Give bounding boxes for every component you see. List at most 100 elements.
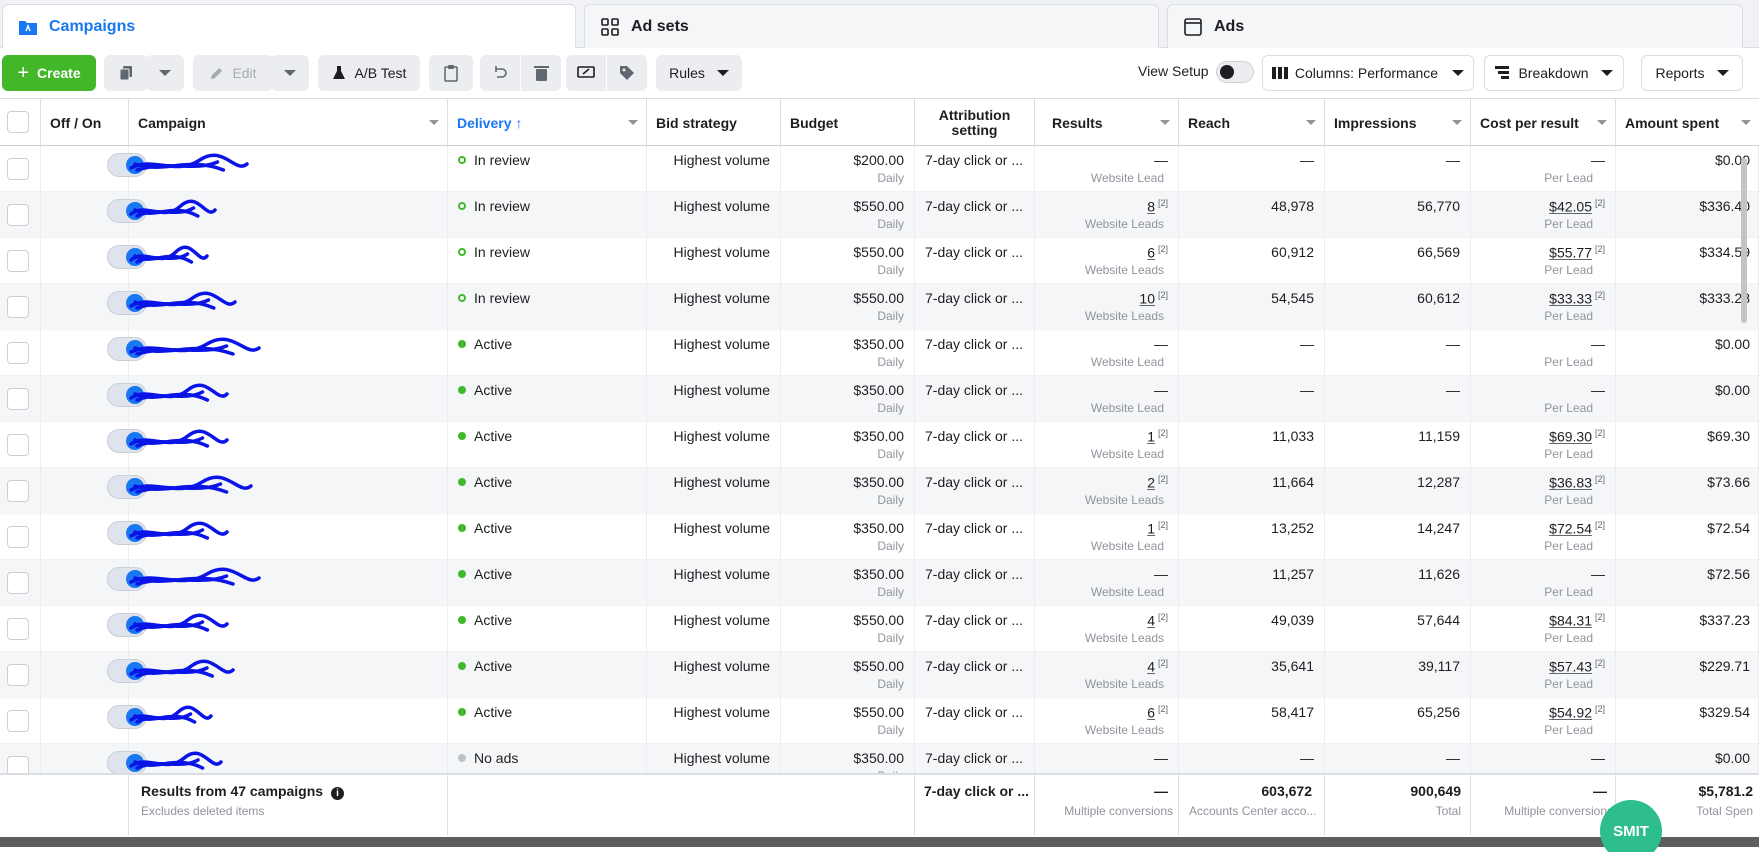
budget-type: Daily — [877, 217, 904, 231]
col-impressions[interactable]: Impressions — [1325, 99, 1471, 146]
row-checkbox[interactable] — [7, 526, 29, 548]
col-attribution[interactable]: Attribution setting — [915, 99, 1035, 146]
cost-per-result-link[interactable]: $42.05 — [1549, 199, 1592, 215]
table-row[interactable]: Active Highest volume $550.00 Daily 7-day cl… — [0, 698, 1759, 744]
create-button[interactable]: + Create — [2, 55, 96, 91]
row-checkbox[interactable] — [7, 158, 29, 180]
results-link[interactable]: 4 — [1147, 659, 1155, 675]
row-checkbox[interactable] — [7, 480, 29, 502]
edit-dropdown-button[interactable] — [271, 55, 309, 91]
breakdown-button[interactable]: Breakdown — [1484, 55, 1624, 91]
cost-per-result-cell: $54.92 [2] Per Lead — [1471, 698, 1616, 744]
view-setup-toggle[interactable] — [1216, 61, 1254, 83]
cost-per-result-cell: $42.05 [2] Per Lead — [1471, 192, 1616, 238]
col-cost-per-result[interactable]: Cost per result — [1471, 99, 1616, 146]
row-checkbox[interactable] — [7, 572, 29, 594]
row-checkbox[interactable] — [7, 388, 29, 410]
row-checkbox[interactable] — [7, 434, 29, 456]
reports-button[interactable]: Reports — [1641, 55, 1743, 91]
edit-button[interactable]: Edit — [193, 55, 273, 91]
delete-button[interactable] — [521, 55, 561, 91]
cost-per-result-link[interactable]: $55.77 — [1549, 245, 1592, 261]
rules-button[interactable]: Rules — [656, 55, 742, 91]
results-link[interactable]: 2 — [1147, 475, 1155, 491]
footer-spent-sub: Total Spen — [1696, 804, 1753, 818]
table-row[interactable]: Active Highest volume $350.00 Daily 7-day cl… — [0, 376, 1759, 422]
cost-per-result-link[interactable]: $36.83 — [1549, 475, 1592, 491]
col-amount-spent[interactable]: Amount spent — [1616, 99, 1759, 146]
delivery-status: Active — [458, 428, 512, 444]
toggle-cell — [41, 422, 147, 468]
table-row[interactable]: Active Highest volume $550.00 Daily 7-day cl… — [0, 652, 1759, 698]
columns-button[interactable]: Columns: Performance — [1262, 55, 1474, 91]
col-off-on[interactable]: Off / On — [41, 99, 129, 146]
cost-per-result-link[interactable]: $69.30 — [1549, 429, 1592, 445]
share-button[interactable] — [566, 55, 606, 91]
impressions-value: — — [1446, 336, 1460, 352]
cost-per-result-link[interactable]: $72.54 — [1549, 521, 1592, 537]
cost-per-result-link[interactable]: $54.92 — [1549, 705, 1592, 721]
table-row[interactable]: In review Highest volume $550.00 Daily 7-day… — [0, 284, 1759, 330]
row-checkbox[interactable] — [7, 342, 29, 364]
table-row[interactable]: In review Highest volume $550.00 Daily 7-day… — [0, 192, 1759, 238]
cost-per-result-link[interactable]: $33.33 — [1549, 291, 1592, 307]
delivery-status: In review — [458, 244, 530, 260]
budget-value: $350.00 — [853, 382, 904, 398]
bid-strategy-text: Highest volume — [673, 152, 771, 168]
row-checkbox[interactable] — [7, 618, 29, 640]
cost-per-result-link[interactable]: $57.43 — [1549, 659, 1592, 675]
clipboard-button[interactable] — [429, 55, 473, 91]
col-campaign[interactable]: Campaign — [129, 99, 448, 146]
redacted-campaign-name — [129, 613, 229, 632]
col-bid-strategy[interactable]: Bid strategy — [647, 99, 781, 146]
row-checkbox[interactable] — [7, 296, 29, 318]
row-checkbox[interactable] — [7, 664, 29, 686]
vertical-scrollbar[interactable] — [1741, 158, 1747, 323]
delivery-cell: In review — [448, 192, 647, 238]
cost-per-result-link[interactable]: $84.31 — [1549, 613, 1592, 629]
tab-ad-sets[interactable]: Ad sets — [584, 4, 1159, 48]
table-row[interactable]: Active Highest volume $350.00 Daily 7-day cl… — [0, 330, 1759, 376]
info-icon[interactable]: i — [330, 787, 344, 800]
table-row[interactable]: No ads Highest volume $350.00Daily 7-day cl… — [0, 744, 1759, 773]
table-row[interactable]: Active Highest volume $350.00 Daily 7-day cl… — [0, 468, 1759, 514]
col-delivery[interactable]: Delivery ↑ — [448, 99, 647, 146]
results-link[interactable]: 8 — [1147, 199, 1155, 215]
table-row[interactable]: Active Highest volume $350.00 Daily 7-day cl… — [0, 560, 1759, 606]
col-budget[interactable]: Budget — [781, 99, 915, 146]
horizontal-scrollbar[interactable] — [0, 837, 1759, 847]
col-reach[interactable]: Reach — [1179, 99, 1325, 146]
results-link[interactable]: 6 — [1147, 705, 1155, 721]
reach-cell: 13,252 — [1179, 514, 1325, 560]
row-checkbox[interactable] — [7, 710, 29, 732]
select-all-checkbox[interactable] — [7, 111, 29, 133]
footer-results-value: — — [1154, 783, 1168, 799]
budget-value: $550.00 — [853, 198, 904, 214]
delivery-status: Active — [458, 474, 512, 490]
table-row[interactable]: Active Highest volume $550.00 Daily 7-day cl… — [0, 606, 1759, 652]
results-link[interactable]: 1 — [1147, 521, 1155, 537]
ab-test-button[interactable]: A/B Test — [318, 55, 420, 91]
results-link[interactable]: 4 — [1147, 613, 1155, 629]
row-checkbox[interactable] — [7, 204, 29, 226]
duplicate-dropdown-button[interactable] — [146, 55, 184, 91]
tag-button[interactable] — [607, 55, 647, 91]
row-checkbox[interactable] — [7, 250, 29, 272]
table-row[interactable]: In review Highest volume $200.00 Daily 7-day… — [0, 146, 1759, 192]
row-checkbox[interactable] — [7, 756, 29, 773]
results-link[interactable]: 1 — [1147, 429, 1155, 445]
tag-icon — [620, 66, 634, 80]
duplicate-button[interactable] — [104, 55, 148, 91]
undo-button[interactable] — [480, 55, 520, 91]
tab-ads[interactable]: Ads — [1167, 4, 1743, 48]
col-results[interactable]: Results — [1035, 99, 1179, 146]
attribution-text: 7-day click or ... — [925, 244, 1024, 260]
table-row[interactable]: Active Highest volume $350.00 Daily 7-day cl… — [0, 422, 1759, 468]
table-row[interactable]: In review Highest volume $550.00 Daily 7-day… — [0, 238, 1759, 284]
table-row[interactable]: Active Highest volume $350.00 Daily 7-day cl… — [0, 514, 1759, 560]
results-link[interactable]: 10 — [1139, 291, 1155, 307]
cost-per-result-sub: Per Lead — [1544, 401, 1593, 415]
results-link[interactable]: 6 — [1147, 245, 1155, 261]
tab-campaigns[interactable]: Campaigns — [2, 4, 576, 49]
bid-strategy-cell: Highest volume — [647, 560, 781, 606]
